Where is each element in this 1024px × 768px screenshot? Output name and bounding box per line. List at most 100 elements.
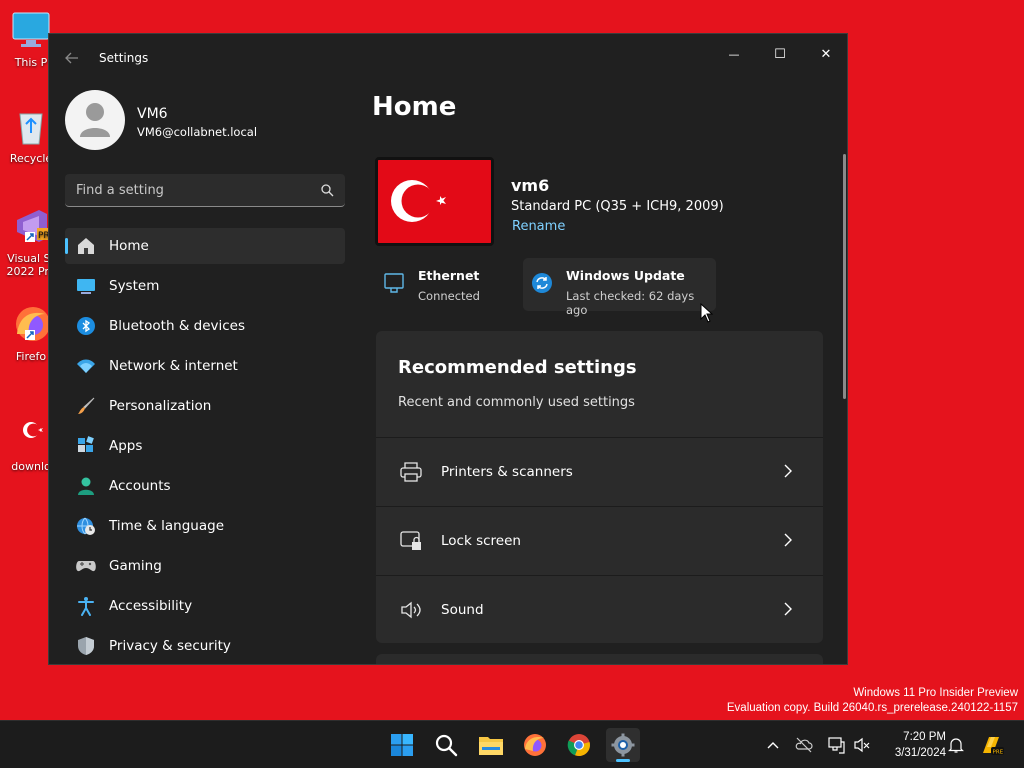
recycle-bin-icon: [19, 113, 43, 145]
device-model: Standard PC (Q35 + ICH9, 2009): [511, 199, 724, 214]
speaker-muted-icon[interactable]: [853, 736, 871, 754]
clock[interactable]: 7:20 PM 3/31/2024: [880, 729, 946, 761]
globe-clock-icon: [75, 515, 97, 537]
sidebar-item-network[interactable]: Network & internet: [65, 348, 345, 384]
recommended-item-sound[interactable]: Sound: [376, 575, 823, 643]
sidebar-nav: Home System Bluetooth & devices Network …: [65, 228, 345, 664]
title-bar[interactable]: Settings — ☐ ✕: [49, 34, 847, 82]
chevron-right-icon: [784, 464, 792, 478]
sidebar-item-privacy-security[interactable]: Privacy & security: [65, 628, 345, 664]
user-name: VM6: [137, 106, 168, 122]
sidebar-item-label: Gaming: [109, 558, 162, 574]
sidebar-item-accounts[interactable]: Accounts: [65, 468, 345, 504]
recommended-item-printers[interactable]: Printers & scanners: [376, 437, 823, 505]
search-input[interactable]: [65, 174, 315, 206]
lock-screen-icon: [400, 531, 421, 550]
sidebar-item-gaming[interactable]: Gaming: [65, 548, 345, 584]
brush-icon: [75, 395, 97, 417]
taskbar: 7:20 PM 3/31/2024 PRE: [0, 720, 1024, 768]
sidebar-item-label: Accounts: [109, 478, 171, 494]
close-icon: ✕: [820, 47, 832, 62]
file-explorer-icon: [479, 737, 503, 755]
minimize-button[interactable]: —: [711, 40, 757, 70]
clock-date: 3/31/2024: [894, 747, 946, 759]
settings-window: Settings — ☐ ✕ VM6 VM6@collabnet.local H…: [48, 33, 848, 665]
rename-link[interactable]: Rename: [512, 219, 565, 234]
recommended-settings-panel: Recommended settings Recent and commonly…: [376, 331, 823, 643]
watermark-line-2: Evaluation copy. Build 26040.rs_prerelea…: [726, 702, 1018, 714]
search-icon[interactable]: [320, 183, 334, 197]
sidebar-item-personalization[interactable]: Personalization: [65, 388, 345, 424]
scrollbar[interactable]: [843, 154, 846, 399]
windows-update-status-card[interactable]: Windows Update Last checked: 62 days ago: [523, 258, 716, 317]
ethernet-status-card[interactable]: Ethernet Connected: [375, 258, 515, 311]
watermark-line-1: Windows 11 Pro Insider Preview: [853, 687, 1018, 699]
notification-bell-icon[interactable]: [947, 736, 965, 754]
search-icon: [435, 734, 458, 757]
home-icon: [75, 235, 97, 257]
recommended-title: Recommended settings: [398, 357, 637, 378]
device-name: vm6: [511, 176, 550, 195]
speaker-icon: [401, 601, 421, 619]
copilot-preview-icon[interactable]: PRE: [979, 733, 1005, 757]
bluetooth-icon: [75, 315, 97, 337]
ethernet-icon: [384, 273, 404, 293]
status-title: Windows Update: [566, 268, 685, 283]
recommended-item-lock-screen[interactable]: Lock screen: [376, 506, 823, 574]
onedrive-offline-icon[interactable]: [795, 736, 813, 754]
svg-text:PRE: PRE: [993, 750, 1004, 756]
shield-icon: [75, 635, 97, 657]
start-button[interactable]: [385, 728, 419, 762]
apps-icon: [75, 435, 97, 457]
user-profile[interactable]: VM6 VM6@collabnet.local: [65, 90, 345, 152]
close-button[interactable]: ✕: [803, 40, 847, 70]
wifi-icon: [75, 355, 97, 377]
back-arrow-icon[interactable]: [63, 49, 81, 67]
avatar[interactable]: [65, 90, 125, 150]
sidebar-item-label: Apps: [109, 438, 143, 454]
monitor-icon: [12, 12, 50, 47]
taskbar-settings[interactable]: [606, 728, 640, 762]
taskbar-search-button[interactable]: [429, 728, 463, 762]
show-hidden-icons-chevron-icon[interactable]: [764, 736, 782, 754]
device-wallpaper-thumbnail[interactable]: [375, 157, 494, 246]
gamepad-icon: [75, 555, 97, 577]
recommended-item-label: Printers & scanners: [441, 464, 573, 480]
search-box[interactable]: [65, 174, 345, 207]
sidebar-item-bluetooth[interactable]: Bluetooth & devices: [65, 308, 345, 344]
printer-icon: [400, 462, 422, 482]
chrome-icon: [567, 734, 590, 757]
maximize-icon: ☐: [774, 47, 786, 62]
sidebar-item-system[interactable]: System: [65, 268, 345, 304]
sidebar-item-label: Home: [109, 238, 149, 254]
sidebar-item-label: Bluetooth & devices: [109, 318, 246, 334]
turkish-flag-icon: [23, 422, 43, 438]
system-icon: [75, 275, 97, 297]
windows-watermark: Windows 11 Pro Insider Preview Evaluatio…: [727, 686, 1018, 716]
visual-studio-icon: PR: [17, 210, 51, 242]
sidebar-item-apps[interactable]: Apps: [65, 428, 345, 464]
sidebar-item-label: Network & internet: [109, 358, 238, 374]
sidebar-item-home[interactable]: Home: [65, 228, 345, 264]
minimize-icon: —: [728, 48, 740, 61]
accounts-icon: [75, 475, 97, 497]
taskbar-chrome[interactable]: [562, 728, 596, 762]
status-title: Ethernet: [418, 268, 480, 283]
next-section-panel: [376, 654, 823, 664]
accessibility-icon: [75, 595, 97, 617]
taskbar-file-explorer[interactable]: [474, 728, 508, 762]
start-icon: [391, 734, 413, 756]
maximize-button[interactable]: ☐: [757, 40, 803, 70]
page-title: Home: [372, 92, 457, 122]
window-title: Settings: [99, 51, 149, 65]
sidebar-item-time-language[interactable]: Time & language: [65, 508, 345, 544]
recommended-item-label: Sound: [441, 602, 484, 618]
firefox-icon: [16, 307, 50, 341]
network-icon[interactable]: [827, 736, 845, 754]
taskbar-firefox[interactable]: [518, 728, 552, 762]
firefox-icon: [524, 734, 546, 756]
status-subtitle: Last checked: 62 days ago: [566, 289, 695, 317]
sidebar-item-accessibility[interactable]: Accessibility: [65, 588, 345, 624]
recommended-item-label: Lock screen: [441, 533, 521, 549]
sidebar-item-label: System: [109, 278, 160, 294]
